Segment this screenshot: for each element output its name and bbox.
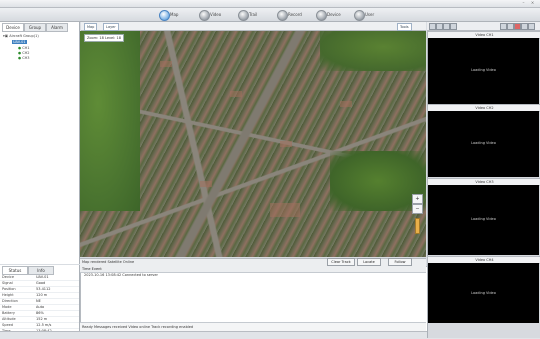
snapshot-icon[interactable] (450, 23, 457, 30)
nav-record-button[interactable]: Record (275, 9, 313, 21)
tree-item-device[interactable]: UAV-01 (12, 40, 27, 44)
user-icon (354, 10, 365, 21)
zoom-out-button[interactable]: − (412, 204, 423, 214)
video-window-3[interactable]: Loading Video (428, 185, 539, 255)
nav-device-button[interactable]: Device (314, 9, 352, 21)
map-zoom-info: Zoom: 18 Level: 18 (84, 34, 124, 42)
camera-icon: ● (18, 51, 22, 55)
video-window-4[interactable]: Loading Video (428, 263, 539, 323)
video-icon (199, 10, 210, 21)
title-bar: – × (0, 0, 540, 8)
close-video-icon[interactable] (528, 23, 535, 30)
tab-info[interactable]: Info (28, 266, 54, 275)
folder-icon: ▾▣ (3, 34, 9, 38)
zoom-in-button[interactable]: + (412, 194, 423, 204)
tab-status[interactable]: Status (2, 266, 28, 275)
building (200, 181, 212, 187)
nav-video-button[interactable]: Video (197, 9, 235, 21)
green-area (80, 31, 140, 211)
map-menu-button[interactable]: Map (84, 23, 98, 31)
tree-item-channel[interactable]: ● CH2 (18, 51, 30, 55)
satellite-map[interactable] (80, 31, 426, 257)
main-toolbar: Map Video Trail Record Device User (0, 8, 540, 22)
camera-icon: ● (18, 46, 22, 50)
device-panel: Device Group Alarm ▾▣ Aircraft Group(1) … (0, 22, 80, 264)
close-button[interactable]: × (530, 1, 535, 5)
fullscreen-icon[interactable] (507, 23, 514, 30)
record-icon (277, 10, 288, 21)
video-window-1[interactable]: Loading Video (428, 38, 539, 104)
building (340, 101, 352, 107)
log-entry: 2023-10-16 13:08:42 Connected to server (84, 273, 158, 277)
map-toolbar: Map Layer Tools (81, 22, 426, 31)
camera-icon: ● (18, 56, 22, 60)
nav-map-button[interactable]: Map (157, 9, 195, 21)
record-icon[interactable] (500, 23, 507, 30)
device-icon (316, 10, 327, 21)
trail-icon (238, 10, 249, 21)
minimize-button[interactable]: – (521, 1, 526, 5)
tab-alarm[interactable]: Alarm (46, 23, 68, 32)
stop-icon[interactable] (514, 23, 521, 30)
nav-user-button[interactable]: User (352, 9, 390, 21)
settings-icon[interactable] (521, 23, 528, 30)
tree-item-channel[interactable]: ● CH1 (18, 46, 30, 50)
layout-4-icon[interactable] (436, 23, 443, 30)
building (160, 61, 172, 67)
building (280, 141, 292, 147)
layout-1-icon[interactable] (429, 23, 436, 30)
building (230, 91, 242, 97)
building (270, 203, 300, 217)
status-bar: Ready Messages received Video online Tra… (80, 322, 426, 331)
tab-device[interactable]: Device (2, 23, 24, 32)
zoom-slider[interactable] (415, 218, 420, 234)
green-area (320, 31, 426, 71)
tools-menu-button[interactable]: Tools (397, 23, 412, 31)
follow-checkbox[interactable]: Follow (388, 258, 412, 266)
tree-item-channel[interactable]: ● CH3 (18, 56, 30, 60)
video-window-2[interactable]: Loading Video (428, 111, 539, 177)
properties-panel: Status Info Device UAV-01 Signal Good Posi… (0, 265, 80, 338)
log-header: Time Event (80, 266, 426, 273)
tree-root[interactable]: ▾▣ Aircraft Group(1) (3, 34, 39, 38)
tab-group[interactable]: Group (24, 23, 46, 32)
clear-track-button[interactable]: Clear Track (327, 258, 355, 266)
map-icon (159, 10, 170, 21)
layer-menu-button[interactable]: Layer (103, 23, 119, 31)
nav-trail-button[interactable]: Trail (236, 9, 274, 21)
layout-9-icon[interactable] (443, 23, 450, 30)
locate-button[interactable]: Locate (357, 258, 381, 266)
